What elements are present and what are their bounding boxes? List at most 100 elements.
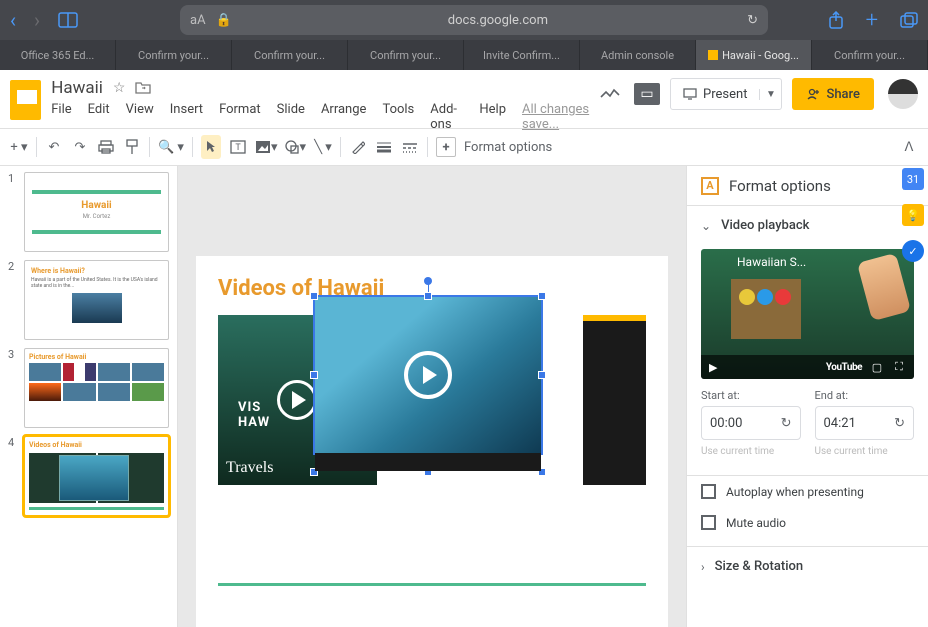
tabs-icon[interactable] xyxy=(900,12,918,28)
text-size-button[interactable]: aA xyxy=(190,13,206,28)
format-options-button[interactable]: + xyxy=(436,137,456,157)
present-button[interactable]: Present ▼ xyxy=(670,78,782,110)
redo-button[interactable]: ↷ xyxy=(71,135,89,159)
selected-video-element[interactable] xyxy=(313,295,543,455)
refresh-icon[interactable]: ↻ xyxy=(781,416,792,431)
refresh-icon[interactable]: ↻ xyxy=(894,416,905,431)
move-to-folder-icon[interactable] xyxy=(135,81,151,95)
use-current-time-link[interactable]: Use current time xyxy=(701,446,801,457)
new-slide-button[interactable]: + ▾ xyxy=(10,135,28,159)
document-title[interactable]: Hawaii xyxy=(51,78,103,98)
browser-tab[interactable]: Confirm your... xyxy=(812,40,928,70)
start-at-label: Start at: xyxy=(701,389,801,402)
textbox-tool[interactable]: T xyxy=(229,135,247,159)
play-icon[interactable] xyxy=(404,351,452,399)
keep-app-icon[interactable]: 💡 xyxy=(902,204,924,226)
paint-format-button[interactable] xyxy=(123,135,141,159)
browser-tab[interactable]: Confirm your... xyxy=(232,40,348,70)
browser-tab[interactable]: Admin console xyxy=(580,40,696,70)
preview-play-icon[interactable]: ▶ xyxy=(709,361,717,374)
select-tool[interactable] xyxy=(201,135,221,159)
reload-icon[interactable]: ↻ xyxy=(747,13,758,28)
end-at-input[interactable]: 04:21 ↻ xyxy=(815,406,915,440)
chevron-down-icon: ⌄ xyxy=(701,219,711,233)
border-color-button[interactable] xyxy=(349,135,367,159)
video-element[interactable] xyxy=(583,315,646,485)
slide-thumbnail[interactable]: 2 Where is Hawaii? Hawaii is a part of t… xyxy=(8,260,169,340)
print-button[interactable] xyxy=(97,135,115,159)
slide-thumbnail[interactable]: 1 Hawaii Mr. Cortez xyxy=(8,172,169,252)
share-button[interactable]: Share xyxy=(792,78,874,110)
calendar-app-icon[interactable]: 31 xyxy=(902,168,924,190)
chevron-right-icon: › xyxy=(701,560,705,574)
format-options-label[interactable]: Format options xyxy=(464,140,552,155)
resize-handle[interactable] xyxy=(310,371,318,379)
browser-tab[interactable]: Invite Confirm... xyxy=(464,40,580,70)
video-control-bar[interactable] xyxy=(315,453,541,471)
cast-icon[interactable]: ▢ xyxy=(870,361,884,374)
slide-number: 4 xyxy=(8,436,18,516)
end-at-label: End at: xyxy=(815,389,915,402)
side-panel-apps: 31 💡 ✓ xyxy=(902,168,924,262)
browser-toolbar: ‹ › aA 🔒 docs.google.com ↻ + xyxy=(0,0,928,40)
docs-header: Hawaii ☆ File Edit View Insert Format Sl… xyxy=(0,70,928,128)
slides-logo-icon[interactable] xyxy=(10,80,41,120)
start-at-input[interactable]: 00:00 ↻ xyxy=(701,406,801,440)
present-dropdown[interactable]: ▼ xyxy=(759,89,781,100)
section-size-rotation[interactable]: › Size & Rotation xyxy=(687,546,928,586)
slide-thumbnail-active[interactable]: 4 Videos of Hawaii xyxy=(8,436,169,516)
slides-favicon xyxy=(708,50,718,60)
browser-tab[interactable]: Confirm your... xyxy=(348,40,464,70)
checkbox-icon[interactable] xyxy=(701,484,716,499)
slide-canvas[interactable]: Videos of Hawaii VISHAW Travels xyxy=(178,166,686,627)
lock-icon: 🔒 xyxy=(216,13,232,28)
section-video-playback[interactable]: ⌄ Video playback xyxy=(687,205,928,245)
star-icon[interactable]: ☆ xyxy=(113,80,126,96)
back-button[interactable]: ‹ xyxy=(10,8,16,32)
collapse-toolbar-icon[interactable]: ᐱ xyxy=(900,135,918,159)
undo-button[interactable]: ↶ xyxy=(45,135,63,159)
slide-number: 3 xyxy=(8,348,18,428)
url-domain: docs.google.com xyxy=(448,13,548,28)
video-preview[interactable]: Hawaiian S... ▶ YouTube ▢ ⛶ xyxy=(701,249,914,379)
border-dash-button[interactable] xyxy=(401,135,419,159)
mute-checkbox-row[interactable]: Mute audio xyxy=(687,507,928,538)
resize-handle[interactable] xyxy=(538,292,546,300)
fullscreen-icon[interactable]: ⛶ xyxy=(892,360,906,374)
forward-button: › xyxy=(34,8,40,32)
new-tab-icon[interactable]: + xyxy=(866,8,878,33)
svg-text:T: T xyxy=(235,143,241,153)
resize-handle[interactable] xyxy=(310,292,318,300)
browser-tab[interactable]: Confirm your... xyxy=(116,40,232,70)
activity-icon[interactable] xyxy=(596,80,624,108)
panel-title: Format options xyxy=(729,177,891,195)
browser-tab-active[interactable]: Hawaii - Goog... xyxy=(696,40,812,70)
slide[interactable]: Videos of Hawaii VISHAW Travels xyxy=(196,256,668,627)
youtube-logo[interactable]: YouTube xyxy=(826,362,862,373)
zoom-button[interactable]: 🔍 ▾ xyxy=(158,135,184,159)
resize-handle[interactable] xyxy=(538,371,546,379)
url-bar[interactable]: aA 🔒 docs.google.com ↻ xyxy=(180,5,768,35)
checkbox-icon[interactable] xyxy=(701,515,716,530)
browser-tab[interactable]: Office 365 Ed... xyxy=(0,40,116,70)
tasks-app-icon[interactable]: ✓ xyxy=(902,240,924,262)
autoplay-checkbox-row[interactable]: Autoplay when presenting xyxy=(687,476,928,507)
line-tool[interactable]: ╲ ▾ xyxy=(314,135,332,159)
slide-thumbnail[interactable]: 3 Pictures of Hawaii xyxy=(8,348,169,428)
share-icon[interactable] xyxy=(828,11,844,29)
shape-tool[interactable]: ▾ xyxy=(285,135,306,159)
play-icon xyxy=(277,380,317,420)
slide-number: 1 xyxy=(8,172,18,252)
rotation-handle[interactable] xyxy=(424,277,432,285)
image-tool[interactable]: ▾ xyxy=(255,135,278,159)
resize-handle[interactable] xyxy=(424,292,432,300)
share-person-icon xyxy=(806,87,820,101)
border-weight-button[interactable] xyxy=(375,135,393,159)
account-avatar[interactable] xyxy=(888,79,918,109)
toolbar: + ▾ ↶ ↷ 🔍 ▾ T ▾ ▾ ╲ ▾ + Format options ᐱ xyxy=(0,128,928,166)
present-icon xyxy=(683,88,697,100)
use-current-time-link[interactable]: Use current time xyxy=(815,446,915,457)
comments-icon[interactable]: ▭ xyxy=(634,83,660,105)
bookmarks-icon[interactable] xyxy=(58,12,78,28)
preview-video-title: Hawaiian S... xyxy=(737,255,806,269)
